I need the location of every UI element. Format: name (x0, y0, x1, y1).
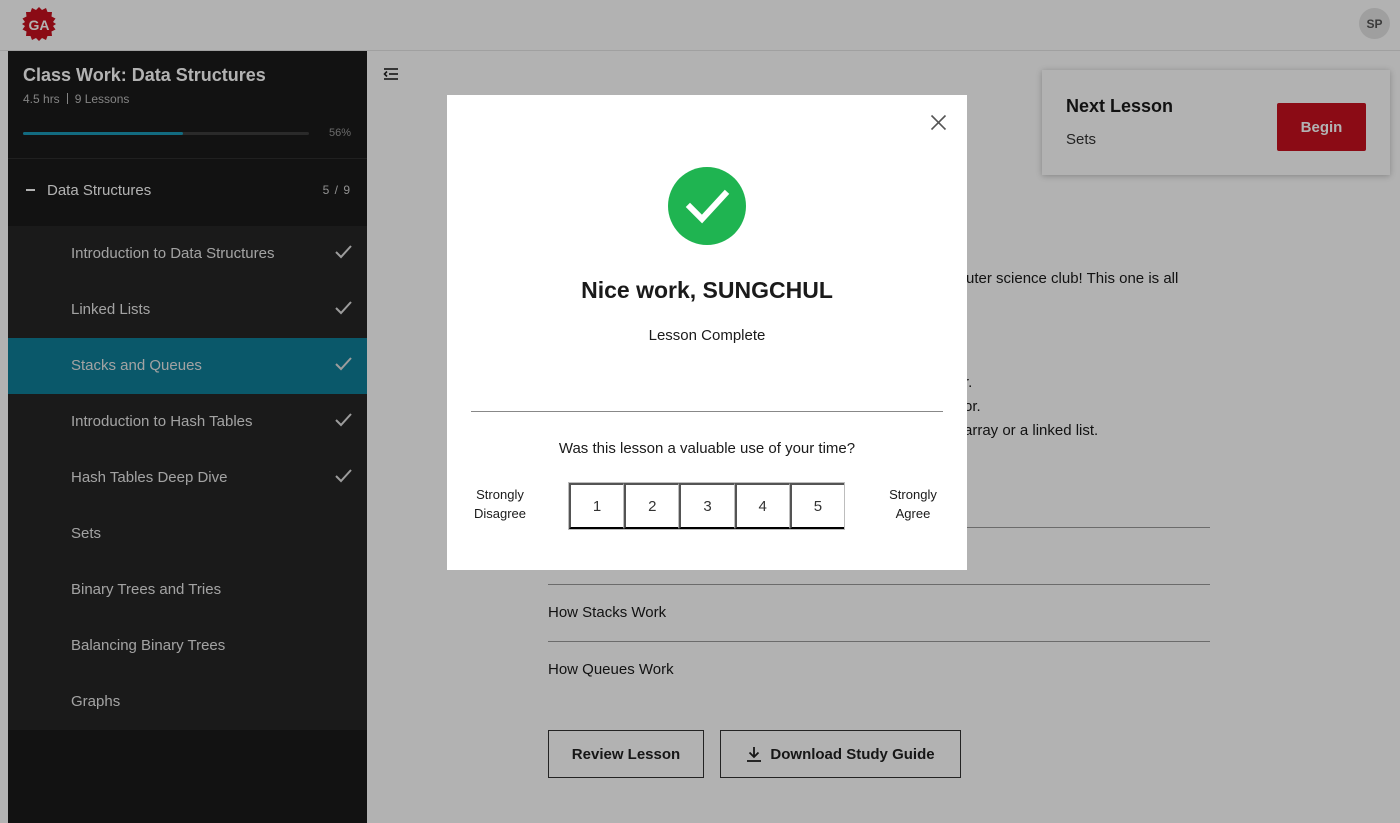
scale-left-label: Strongly Disagree (467, 485, 533, 523)
scale-left-label-line: Strongly (476, 487, 524, 502)
modal-title: Nice work, SUNGCHUL (581, 277, 833, 303)
rating-scale: 1 2 3 4 5 (568, 482, 845, 530)
scale-right-label-line: Agree (895, 506, 931, 521)
rating-option-5[interactable]: 5 (789, 483, 845, 529)
rating-option-2[interactable]: 2 (624, 483, 680, 529)
rating-option-4[interactable]: 4 (734, 483, 790, 529)
modal-divider (471, 411, 943, 412)
close-icon[interactable] (930, 114, 947, 131)
rating-option-1[interactable]: 1 (569, 483, 625, 529)
scale-left-label-line: Disagree (473, 506, 527, 521)
scale-right-label: Strongly Agree (879, 485, 947, 523)
modal-subtitle: Lesson Complete (648, 327, 766, 344)
success-check-icon (668, 167, 746, 245)
feedback-question: Was this lesson a valuable use of your t… (558, 440, 856, 457)
lesson-complete-modal: Nice work, SUNGCHUL Lesson Complete Was … (447, 95, 967, 570)
scale-right-label-line: Strongly (889, 487, 937, 502)
rating-option-3[interactable]: 3 (679, 483, 735, 529)
